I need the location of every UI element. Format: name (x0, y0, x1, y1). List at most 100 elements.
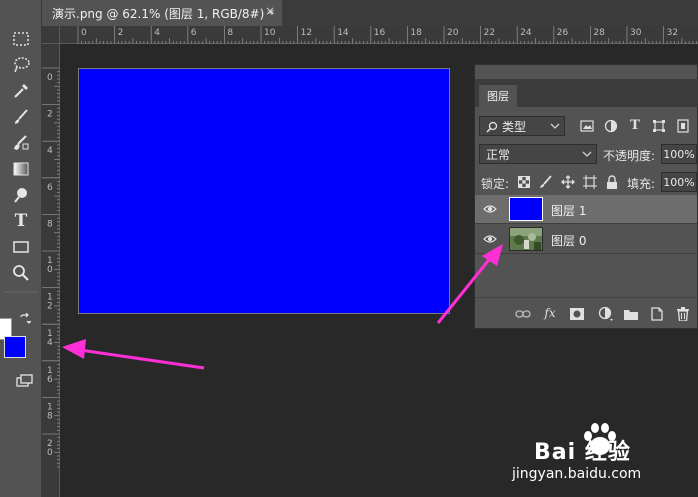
ruler-label: 8 (227, 28, 233, 38)
lock-label: 锁定: (481, 177, 510, 191)
zoom-icon[interactable] (8, 262, 34, 284)
ruler-label: 28 (593, 28, 605, 38)
ruler-label: 16 (374, 28, 386, 38)
document-canvas[interactable] (78, 68, 450, 314)
ruler-label: 20 (447, 28, 459, 38)
ruler-label: 6 (191, 28, 197, 38)
delete-layer-icon[interactable] (675, 306, 691, 322)
layer-filter-row: 类型 T (475, 115, 698, 137)
foreground-color-swatch[interactable] (4, 336, 26, 358)
toolbar-divider (4, 288, 38, 296)
lock-fill-row: 锁定: 填充: 100% (475, 171, 698, 193)
new-adjustment-layer-icon[interactable] (597, 305, 615, 323)
chevron-down-icon (582, 151, 592, 157)
rectangle-tool-icon[interactable] (8, 236, 34, 258)
ruler-label: 24 (520, 28, 532, 38)
close-tab-icon[interactable]: × (262, 4, 278, 20)
filter-adjustment-icon[interactable] (603, 118, 619, 134)
visibility-eye-icon[interactable] (483, 234, 497, 244)
ruler-label: 14 (337, 28, 349, 38)
filter-kind-label: 类型 (502, 119, 527, 134)
blend-mode-label: 正常 (486, 147, 511, 162)
fill-label: 填充: (627, 177, 656, 191)
ruler-label: 6 (47, 183, 53, 193)
layers-panel-footer: fx (475, 297, 697, 329)
ruler-label: 8 (47, 411, 53, 421)
document-title: 演示.png @ 62.1% (图层 1, RGB/8#) * (52, 6, 275, 21)
tab-layers[interactable]: 图层 (479, 85, 517, 107)
layer-name: 图层 0 (551, 234, 587, 248)
ruler-label: 2 (47, 302, 53, 312)
new-group-icon[interactable] (623, 306, 639, 322)
lock-pixels-icon[interactable] (539, 175, 553, 189)
ruler-label: 22 (484, 28, 495, 38)
photo-thumbnail-icon (510, 228, 542, 250)
ruler-label: 4 (47, 338, 53, 348)
tools-panel: T (0, 0, 42, 497)
ruler-label: 0 (47, 265, 53, 275)
filter-shape-icon[interactable] (651, 118, 667, 134)
filter-kind-dropdown[interactable]: 类型 (479, 116, 565, 136)
ruler-label: 18 (410, 28, 422, 38)
ruler-label: 12 (301, 28, 312, 38)
ruler-label: 6 (47, 375, 53, 385)
new-layer-icon[interactable] (649, 306, 665, 322)
watermark-brand: Bai 经验 (534, 440, 631, 465)
layers-panel: 图层 类型 T 正常 不透明度: 100% 锁定: 填充: 100% 图层 1 … (474, 64, 698, 329)
watermark-url: jingyan.baidu.com (512, 466, 642, 482)
layer-row[interactable]: 图层 0 (475, 225, 697, 254)
ruler-label: 4 (47, 146, 53, 156)
swap-colors-icon[interactable] (18, 312, 32, 326)
layer-style-fx-icon[interactable]: fx (541, 304, 559, 322)
panel-tab-bar: 图层 (475, 79, 698, 107)
layer-name: 图层 1 (551, 204, 587, 218)
screen-mode-icon[interactable] (12, 370, 38, 392)
visibility-eye-icon[interactable] (483, 204, 497, 214)
brush-icon[interactable] (8, 106, 34, 128)
gradient-icon[interactable] (8, 158, 34, 180)
ruler-label: 0 (81, 28, 87, 38)
eyedropper-icon[interactable] (8, 80, 34, 102)
link-layers-icon[interactable] (515, 306, 531, 322)
lock-artboard-icon[interactable] (583, 175, 597, 189)
ruler-label: 30 (630, 28, 642, 38)
ruler-label: 26 (557, 28, 569, 38)
blend-opacity-row: 正常 不透明度: 100% (475, 143, 698, 165)
ruler-label: 2 (47, 110, 53, 120)
ruler-label: 8 (47, 219, 53, 229)
clone-stamp-icon[interactable] (8, 132, 34, 154)
filter-image-icon[interactable] (579, 118, 595, 134)
marquee-icon[interactable] (8, 28, 34, 50)
photoshop-window: T 演示.png @ 62.1% (图层 1, RGB/8#) * × 0246… (0, 0, 698, 497)
lock-transparent-icon[interactable] (517, 175, 531, 189)
ruler-label: 2 (118, 28, 124, 38)
document-tab[interactable]: 演示.png @ 62.1% (图层 1, RGB/8#) * × (42, 0, 282, 26)
vertical-ruler: 02468101214161820 (42, 44, 60, 497)
filter-smart-object-icon[interactable] (675, 118, 691, 134)
search-icon (486, 121, 498, 133)
fill-field[interactable]: 100% (661, 172, 697, 192)
filter-type-icon[interactable]: T (627, 117, 643, 133)
ruler-label: 0 (47, 73, 53, 83)
opacity-field[interactable]: 100% (661, 144, 697, 164)
opacity-label: 不透明度: (603, 149, 656, 163)
ruler-label: 0 (47, 448, 53, 458)
lasso-icon[interactable] (8, 54, 34, 76)
ruler-label: 4 (154, 28, 160, 38)
layer-row[interactable]: 图层 1 (475, 195, 697, 224)
dodge-icon[interactable] (8, 184, 34, 206)
ruler-label: 10 (264, 28, 276, 38)
lock-all-icon[interactable] (605, 174, 619, 190)
document-tab-bar: 演示.png @ 62.1% (图层 1, RGB/8#) * × (42, 0, 698, 26)
add-mask-icon[interactable] (569, 306, 585, 322)
layer-thumbnail (509, 227, 543, 251)
blend-mode-dropdown[interactable]: 正常 (479, 144, 597, 164)
ruler-corner (42, 26, 60, 44)
horizontal-ruler: 0 2 4 6 8 10 12 14 16 18 20 22 24 26 28 30 32 (60, 26, 698, 44)
type-tool-icon[interactable]: T (8, 210, 34, 232)
baidu-watermark: Bai 经验 jingyan.baidu.com (508, 420, 688, 490)
layer-thumbnail (509, 197, 543, 221)
lock-position-icon[interactable] (561, 175, 575, 189)
chevron-down-icon (550, 123, 560, 129)
ruler-label: 32 (667, 28, 678, 38)
